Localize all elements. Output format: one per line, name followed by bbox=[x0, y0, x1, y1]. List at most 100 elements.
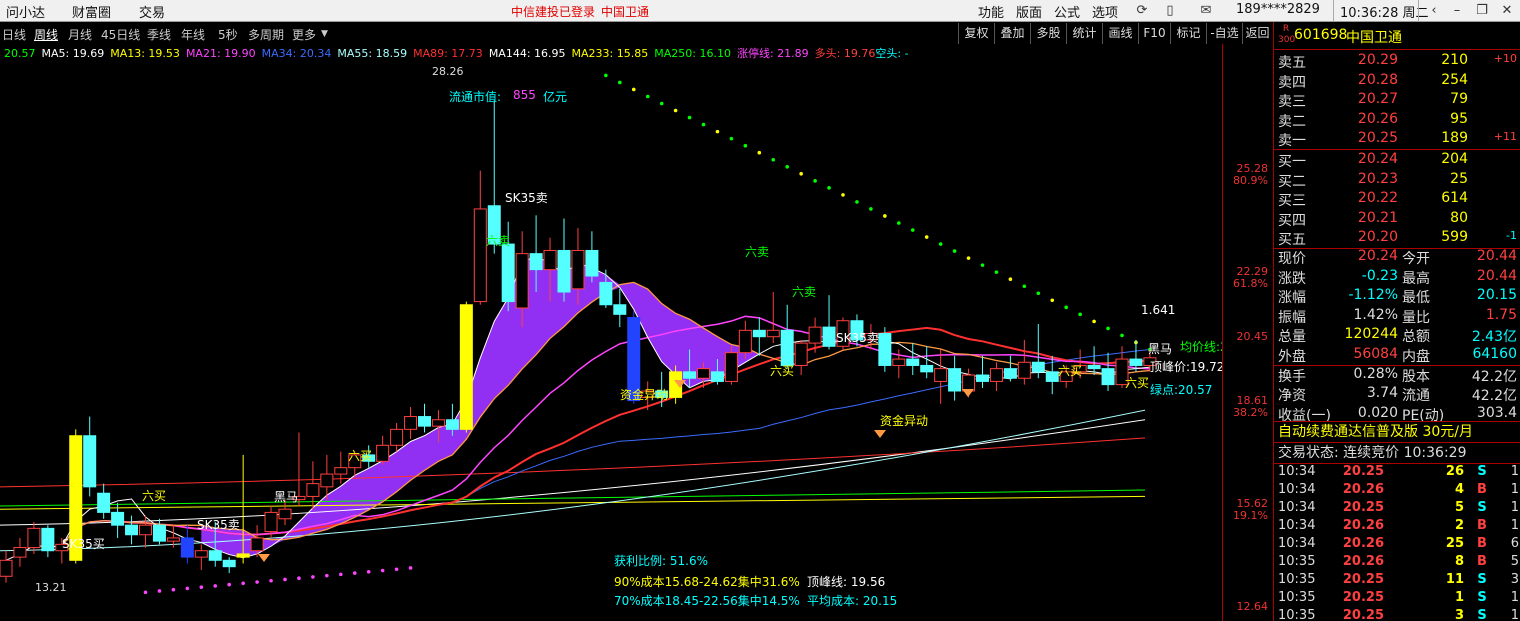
clock: 10:36:28 周二 bbox=[1340, 6, 1429, 21]
candlestick-chart[interactable] bbox=[0, 62, 1222, 621]
subscription-banner[interactable]: 自动续费通达信普及版 30元/月 bbox=[1274, 422, 1520, 442]
bid-row[interactable]: 买三 20.22 614 bbox=[1274, 190, 1520, 209]
tick-s: S bbox=[1477, 608, 1487, 621]
candle-body bbox=[41, 527, 55, 552]
quote-l1: 外盘 bbox=[1278, 348, 1306, 365]
green-dot-label: 绿点:20.57 bbox=[1150, 383, 1213, 397]
bid-row[interactable]: 买五 20.20 599 -1 bbox=[1274, 229, 1520, 248]
menu-function[interactable]: 功能 bbox=[978, 2, 1004, 21]
chevron-down-icon[interactable]: ▼ bbox=[321, 29, 328, 39]
axis-percent: 38.2% bbox=[1233, 406, 1268, 419]
candle-body bbox=[501, 243, 515, 303]
ask-row[interactable]: 卖五 20.29 210 +10 bbox=[1274, 52, 1520, 71]
stop-dot bbox=[241, 581, 245, 586]
order-label: 买二 bbox=[1278, 173, 1306, 190]
profit-ratio: 获利比例: 51.6% bbox=[614, 554, 708, 568]
tick-p: 20.26 bbox=[1342, 554, 1384, 569]
close-icon[interactable]: ✕ bbox=[1498, 2, 1516, 20]
stop-dot bbox=[157, 589, 162, 593]
ma-legend-item: MA13: 19.53 bbox=[110, 47, 180, 60]
tab-monthly[interactable]: 月线 bbox=[68, 26, 92, 43]
ask-row[interactable]: 卖四 20.28 254 bbox=[1274, 72, 1520, 91]
signal-six-sell: 六卖 bbox=[745, 245, 770, 259]
stock-name[interactable]: 中国卫通 bbox=[1346, 27, 1402, 47]
refresh-icon[interactable]: ⟳ bbox=[1133, 2, 1151, 20]
phone-icon[interactable]: ▯ bbox=[1161, 2, 1179, 20]
tab-quarterly[interactable]: 季线 bbox=[147, 26, 171, 43]
stop-dot bbox=[213, 584, 218, 588]
order-delta: +10 bbox=[1493, 52, 1517, 65]
multi-stock-button[interactable]: 多股 bbox=[1030, 23, 1066, 44]
stop-dot bbox=[687, 115, 692, 120]
maximize-icon[interactable]: ❐ bbox=[1473, 2, 1491, 20]
bid-row[interactable]: 买二 20.23 25 bbox=[1274, 171, 1520, 190]
ma-legend-item: MA5: 19.69 bbox=[41, 47, 105, 60]
minimize-icon[interactable]: – bbox=[1448, 2, 1466, 20]
signal-fund-anomaly: 资金异动 bbox=[880, 414, 929, 428]
ma-legend-item: 多头: 19.76 bbox=[814, 47, 876, 60]
candle-body bbox=[111, 511, 125, 526]
back-icon[interactable]: ‹ bbox=[1425, 2, 1443, 20]
tab-more[interactable]: 更多 bbox=[292, 26, 316, 43]
menu-formula[interactable]: 公式 bbox=[1054, 2, 1080, 21]
ma-legend-item: MA89: 17.73 bbox=[413, 47, 483, 60]
candle-body bbox=[822, 326, 836, 347]
candle-body bbox=[0, 559, 13, 577]
order-price: 20.25 bbox=[1357, 130, 1398, 147]
tick-row: 10:34 20.26 4 B 1 bbox=[1274, 482, 1520, 500]
signal-dark-horse: 黑马 bbox=[274, 490, 299, 504]
menu-caifuquan[interactable]: 财富圈 bbox=[72, 2, 111, 21]
tab-5sec[interactable]: 5秒 bbox=[218, 26, 238, 43]
mark-button[interactable]: 标记 bbox=[1170, 23, 1206, 44]
account-label[interactable]: 189****2829 bbox=[1236, 2, 1320, 17]
tick-p: 20.26 bbox=[1342, 518, 1384, 533]
quote-l2: 总额 bbox=[1402, 329, 1430, 345]
bid-row[interactable]: 买四 20.21 80 bbox=[1274, 210, 1520, 229]
tab-multi-period[interactable]: 多周期 bbox=[248, 26, 284, 43]
menu-wenxiaoda[interactable]: 问小达 bbox=[6, 2, 45, 21]
draw-line-button[interactable]: 画线 bbox=[1102, 23, 1138, 44]
menu-options[interactable]: 选项 bbox=[1092, 2, 1118, 21]
tick-t: 10:34 bbox=[1278, 536, 1316, 551]
candle-body bbox=[222, 559, 236, 568]
signal-fund-anomaly: 资金异动 bbox=[620, 388, 669, 402]
order-label: 卖一 bbox=[1278, 133, 1306, 150]
tick-p: 20.25 bbox=[1342, 608, 1384, 621]
stock-code[interactable]: 601698 bbox=[1294, 27, 1347, 43]
stock-tag: R 300 bbox=[1278, 24, 1296, 45]
tab-yearly[interactable]: 年线 bbox=[181, 26, 205, 43]
overlay-button[interactable]: 叠加 bbox=[994, 23, 1030, 44]
ma-legend: 20.57 MA5: 19.69 MA13: 19.53 MA21: 19.90 MA3… bbox=[0, 45, 909, 61]
quote-l2: 今开 bbox=[1402, 251, 1430, 267]
ask-row[interactable]: 卖二 20.26 95 bbox=[1274, 111, 1520, 130]
menu-layout[interactable]: 版面 bbox=[1016, 2, 1042, 21]
stock-notice[interactable]: 中国卫通 bbox=[601, 3, 649, 20]
menu-trade[interactable]: 交易 bbox=[139, 2, 165, 21]
stop-dot bbox=[185, 586, 190, 591]
tab-45day[interactable]: 45日线 bbox=[101, 26, 140, 43]
quote-l1: 现价 bbox=[1278, 251, 1306, 267]
f10-button[interactable]: F10 bbox=[1138, 23, 1170, 44]
ask-row[interactable]: 卖一 20.25 189 +11 bbox=[1274, 130, 1520, 149]
quote-v2: 1.75 bbox=[1485, 306, 1517, 323]
tick-v: 1 bbox=[1454, 590, 1464, 605]
quote-row: 换手 0.28% 股本 42.2亿 bbox=[1274, 366, 1520, 385]
restore-rights-button[interactable]: 复权 bbox=[958, 23, 994, 44]
tick-v: 3 bbox=[1454, 608, 1464, 621]
candle-body bbox=[139, 524, 152, 536]
quote-v1: -1.12% bbox=[1348, 287, 1398, 303]
ask-row[interactable]: 卖三 20.27 79 bbox=[1274, 91, 1520, 110]
mail-icon[interactable]: ✉ bbox=[1197, 2, 1215, 20]
candle-body bbox=[934, 368, 948, 382]
tab-weekly[interactable]: 周线 bbox=[34, 26, 58, 43]
remove-watchlist-button[interactable]: -自选 bbox=[1206, 23, 1242, 44]
bid-row[interactable]: 买一 20.24 204 bbox=[1274, 151, 1520, 170]
stop-dot bbox=[771, 157, 776, 162]
tab-daily[interactable]: 日线 bbox=[2, 26, 26, 43]
ma21-line bbox=[61, 315, 1150, 547]
tick-t: 10:34 bbox=[1278, 464, 1316, 479]
statistics-button[interactable]: 统计 bbox=[1066, 23, 1102, 44]
candle-body bbox=[27, 527, 41, 549]
return-button[interactable]: 返回 bbox=[1242, 23, 1272, 44]
tick-s: S bbox=[1477, 500, 1487, 515]
